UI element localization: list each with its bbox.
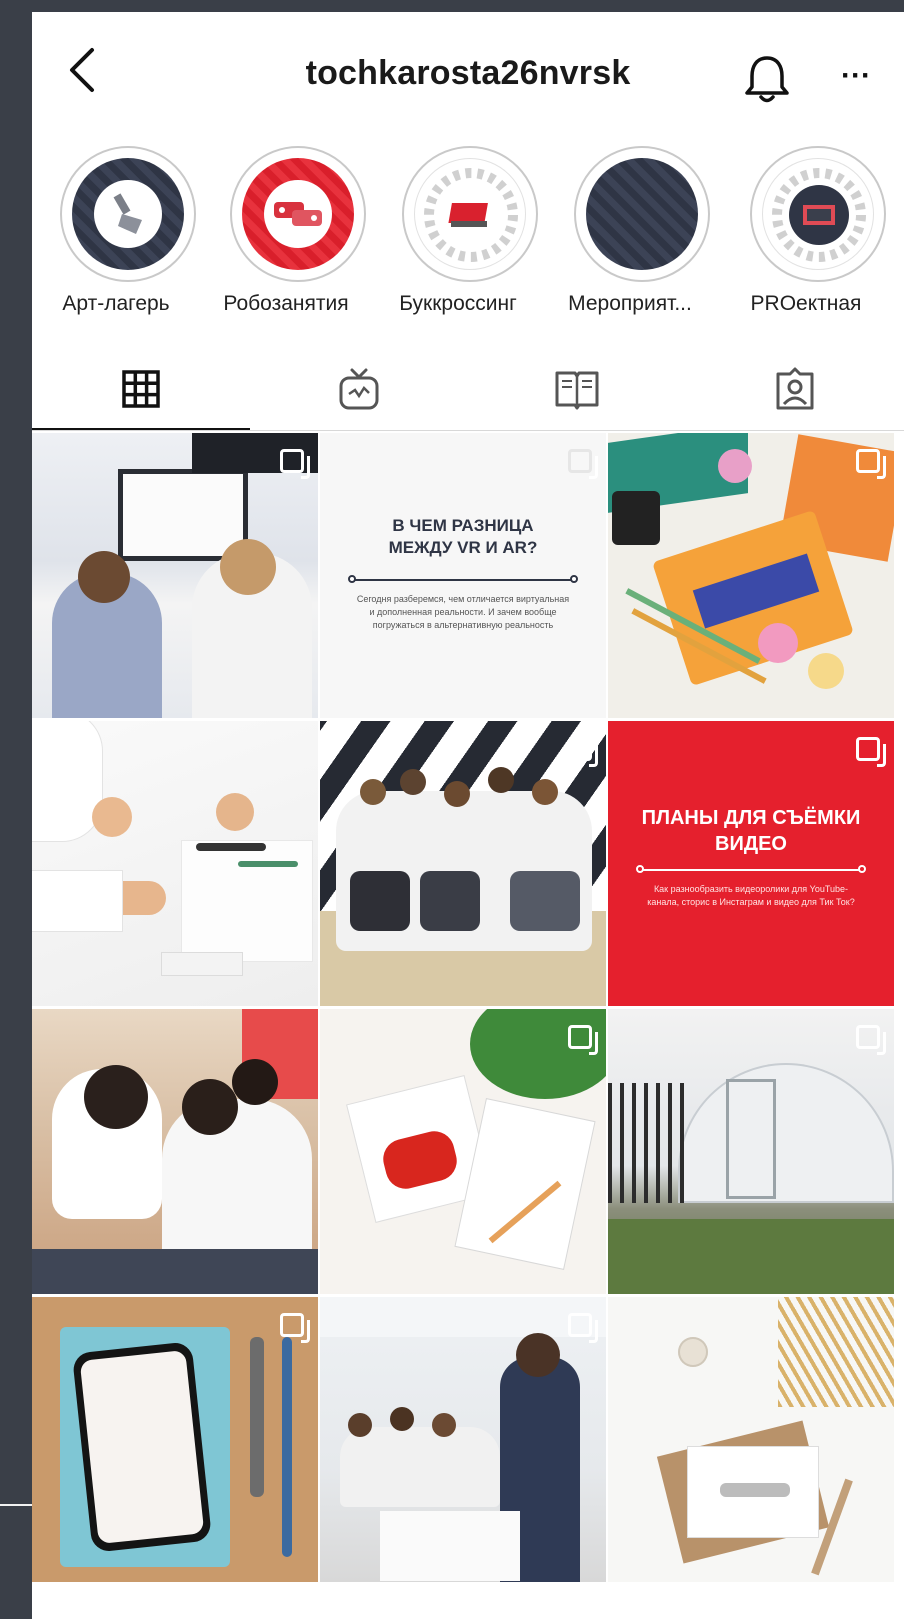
highlight-events[interactable]: Мероприят... xyxy=(546,146,714,322)
presentation-icon xyxy=(803,205,835,225)
story-highlights: Арт-лагерь Робозанятия Буккроссинг Мероп… xyxy=(32,132,904,332)
highlight-cover xyxy=(750,146,886,282)
carousel-icon xyxy=(280,1313,310,1343)
grid-icon xyxy=(122,370,160,408)
frame-divider xyxy=(0,1504,36,1506)
highlight-art-camp[interactable]: Арт-лагерь xyxy=(32,146,200,322)
post-caption: Как разнообразить видеоролики для YouTub… xyxy=(647,884,855,907)
tab-tagged[interactable] xyxy=(686,348,904,430)
highlight-cover xyxy=(574,146,710,282)
carousel-icon xyxy=(568,737,598,767)
robot-parts-icon xyxy=(274,202,322,226)
paintbrush-icon xyxy=(113,193,142,234)
post-girls-at-table[interactable] xyxy=(32,1009,318,1294)
tabs-divider xyxy=(32,430,904,431)
carousel-icon xyxy=(280,449,310,479)
highlight-bookcrossing[interactable]: Буккроссинг xyxy=(374,146,542,322)
book-icon xyxy=(448,203,488,227)
post-planner-notebook[interactable] xyxy=(320,1009,606,1294)
highlight-label: PROектная xyxy=(750,292,862,315)
highlight-cover xyxy=(230,146,366,282)
carousel-icon xyxy=(568,449,598,479)
events-icon xyxy=(586,158,698,270)
tab-igtv[interactable] xyxy=(250,348,468,430)
highlight-label: Буккроссинг xyxy=(399,292,517,315)
carousel-icon xyxy=(856,449,886,479)
carousel-icon xyxy=(568,1025,598,1055)
highlight-cover xyxy=(402,146,538,282)
post-greenhouse[interactable] xyxy=(608,1009,894,1294)
carousel-icon xyxy=(568,1313,598,1343)
post-caption: Сегодня разберемся, чем отличается вирту… xyxy=(356,594,570,630)
guide-book-icon xyxy=(555,371,599,410)
post-classroom-presentation[interactable] xyxy=(32,433,318,718)
post-title: ПЛАНЫ ДЛЯ СЪЁМКИ ВИДЕО xyxy=(641,807,861,855)
highlight-label: Робозанятия xyxy=(223,292,349,315)
more-options-button[interactable]: ··· xyxy=(832,61,880,91)
tagged-person-icon xyxy=(776,367,814,410)
highlight-cover xyxy=(60,146,196,282)
highlight-label: Арт-лагерь xyxy=(62,292,170,315)
post-group-photo[interactable] xyxy=(320,721,606,1006)
tab-posts-grid[interactable] xyxy=(32,348,250,431)
post-title: В ЧЕМ РАЗНИЦА МЕЖДУ VR И AR? xyxy=(388,516,538,557)
highlight-label: Мероприят... xyxy=(568,292,692,315)
post-teacher-students[interactable] xyxy=(320,1297,606,1582)
highlight-projects[interactable]: PROектная xyxy=(722,146,890,322)
top-bar: tochkarosta26nvrsk ··· xyxy=(32,12,904,132)
post-card-flatlay[interactable] xyxy=(608,1297,894,1582)
carousel-icon xyxy=(856,737,886,767)
profile-tabs xyxy=(32,348,904,431)
bell-icon xyxy=(745,56,789,103)
post-vr-vs-ar[interactable]: В ЧЕМ РАЗНИЦА МЕЖДУ VR И AR? Сегодня раз… xyxy=(320,433,606,718)
tv-icon xyxy=(339,368,379,410)
instagram-profile-screen: tochkarosta26nvrsk ··· Арт-лагерь Робоза… xyxy=(32,12,904,1619)
post-video-plans[interactable]: ПЛАНЫ ДЛЯ СЪЁМКИ ВИДЕО Как разнообразить… xyxy=(608,721,894,1006)
post-phone-notebook[interactable] xyxy=(32,1297,318,1582)
post-school-badges[interactable] xyxy=(608,433,894,718)
highlight-robotics[interactable]: Робозанятия xyxy=(202,146,370,322)
post-writing-hands[interactable] xyxy=(32,721,318,1006)
notifications-button[interactable] xyxy=(739,50,795,106)
tab-guides[interactable] xyxy=(468,348,686,430)
carousel-icon xyxy=(856,1025,886,1055)
